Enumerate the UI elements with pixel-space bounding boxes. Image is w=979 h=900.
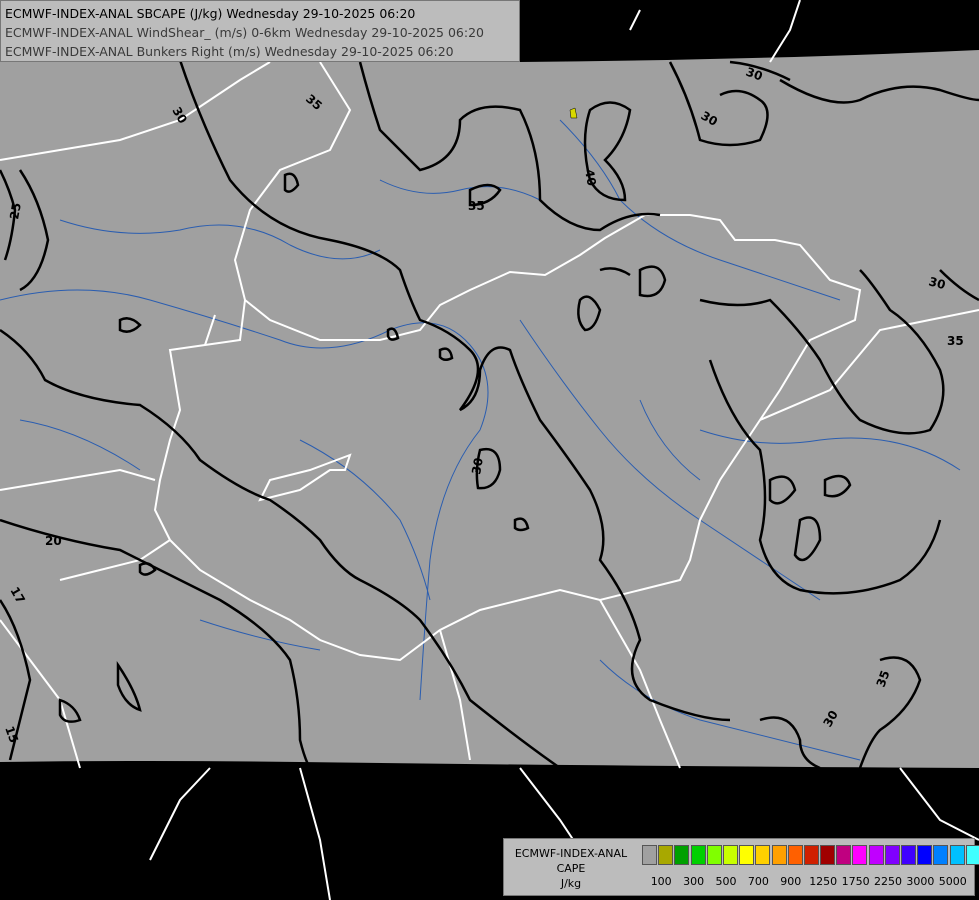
legend-swatch (868, 845, 884, 865)
legend-swatch (642, 845, 657, 865)
legend-swatch (901, 845, 916, 865)
contour-label: 35 (947, 334, 964, 348)
legend-tick: 1250 (809, 875, 838, 888)
legend-model: ECMWF-INDEX-ANAL (514, 847, 628, 860)
legend-swatch (852, 845, 868, 865)
legend-swatch (884, 845, 900, 865)
legend-swatches (642, 845, 979, 865)
legend-tick: 5000 (938, 875, 967, 888)
legend-tick: 2250 (874, 875, 902, 888)
legend-swatch (836, 845, 852, 865)
legend-swatch (803, 845, 819, 865)
legend-tick: 3000 (906, 875, 935, 888)
contour-label: 35 (468, 199, 485, 213)
contour-label: 25 (7, 202, 24, 221)
legend-swatch (820, 845, 836, 865)
legend-swatch (949, 845, 965, 865)
contour-label: 20 (45, 534, 62, 548)
legend-title-block: ECMWF-INDEX-ANAL CAPE J/kg (508, 846, 634, 891)
legend-tick: 100 (650, 875, 672, 888)
legend-swatch (771, 845, 787, 865)
legend-swatch (674, 845, 690, 865)
map-title-box: ECMWF-INDEX-ANAL SBCAPE (J/kg) Wednesday… (0, 0, 520, 62)
contour-label: 40 (582, 168, 599, 187)
legend-swatch (965, 845, 979, 865)
legend-swatch (690, 845, 706, 865)
legend-tick: 300 (683, 875, 705, 888)
title-bunkers: ECMWF-INDEX-ANAL Bunkers Right (m/s) Wed… (5, 44, 454, 59)
legend-swatch (722, 845, 738, 865)
title-windshear: ECMWF-INDEX-ANAL WindShear_ (m/s) 0-6km … (5, 25, 484, 40)
legend-tick: 700 (747, 875, 769, 888)
map-stage: 30 35 40 35 30 25 30 30 35 30 20 17 15 3… (0, 0, 979, 900)
legend-swatch (658, 845, 674, 865)
contour-label: 30 (469, 457, 486, 476)
legend-tick: 900 (780, 875, 802, 888)
legend-swatch (917, 845, 933, 865)
legend-swatch (706, 845, 722, 865)
legend-tick: 1750 (841, 875, 870, 888)
legend-field: CAPE (556, 862, 586, 875)
map-canvas: 30 35 40 35 30 25 30 30 35 30 20 17 15 3… (0, 0, 979, 900)
legend-swatch (739, 845, 755, 865)
legend-swatch (755, 845, 771, 865)
legend-tick-labels: 100 300 500 700 900 1250 1750 2250 3000 5000 (642, 875, 972, 891)
legend-swatch (933, 845, 949, 865)
legend-swatch (787, 845, 803, 865)
title-sbcape: ECMWF-INDEX-ANAL SBCAPE (J/kg) Wednesday… (5, 6, 416, 21)
legend-unit: J/kg (560, 877, 582, 890)
cape-legend: ECMWF-INDEX-ANAL CAPE J/kg 100 300 500 700 9… (503, 838, 979, 896)
legend-tick: 500 (715, 875, 737, 888)
